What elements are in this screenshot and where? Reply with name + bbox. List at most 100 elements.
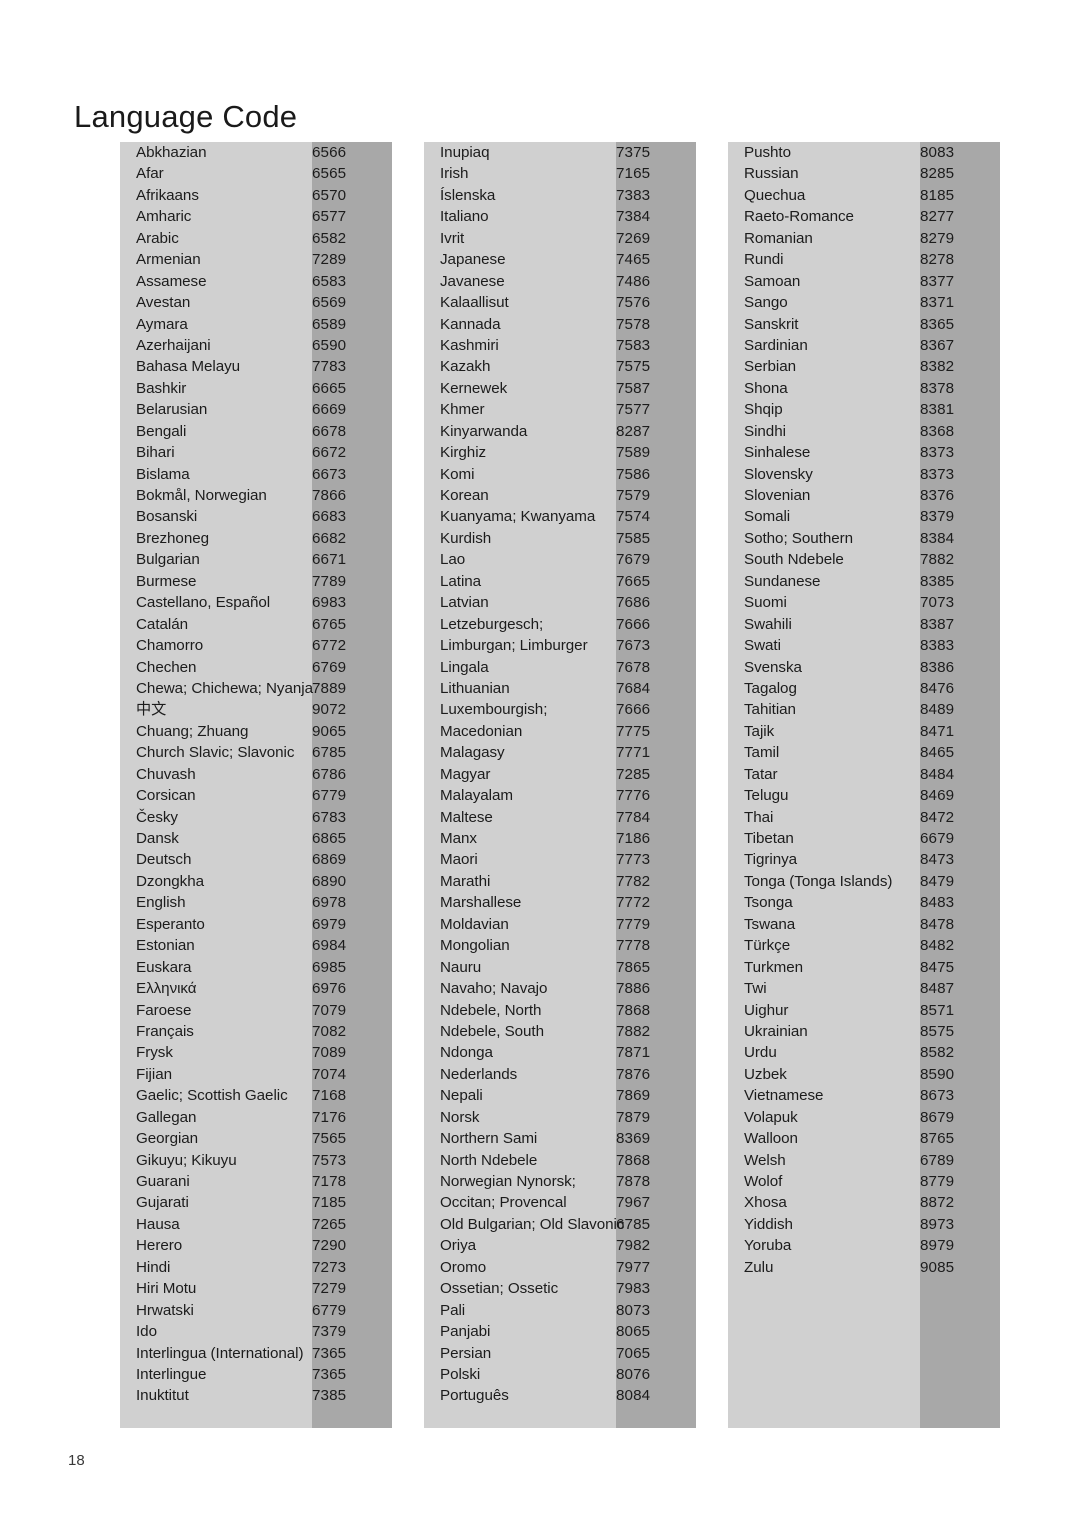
language-name: Nepali bbox=[440, 1087, 483, 1105]
language-code-value: 7375 bbox=[616, 144, 651, 161]
language-row: Volapuk 8679 bbox=[728, 1107, 1000, 1128]
language-code-value: 8378 bbox=[920, 379, 955, 397]
language-code-value: 8590 bbox=[920, 1065, 955, 1083]
language-code-value: 8365 bbox=[920, 315, 955, 333]
language-name: Dzongkha bbox=[136, 872, 204, 890]
language-name: Telugu bbox=[744, 787, 789, 805]
language-row: Church Slavic; Slavonic 6785 bbox=[120, 742, 392, 763]
language-row: Dzongkha 6890 bbox=[120, 871, 392, 892]
language-name: Lingala bbox=[440, 658, 489, 676]
language-code-value: 7889 bbox=[312, 679, 347, 697]
language-code-value: 7265 bbox=[312, 1215, 347, 1233]
language-name: Kalaallisut bbox=[440, 294, 509, 312]
language-code-value: 7983 bbox=[616, 1280, 651, 1298]
language-name: Tswana bbox=[744, 915, 796, 933]
language-name: Church Slavic; Slavonic bbox=[136, 744, 295, 762]
language-code-value: 8387 bbox=[920, 615, 955, 633]
language-code-value: 7784 bbox=[616, 808, 651, 826]
language-name: Bihari bbox=[136, 444, 175, 462]
language-row: Lao 7679 bbox=[424, 549, 696, 570]
language-code-value: 7565 bbox=[312, 1130, 347, 1148]
language-row: Serbian 8382 bbox=[728, 356, 1000, 377]
language-code-value: 8279 bbox=[920, 229, 955, 247]
language-column-2: Inupiaq 7375 Irish 7165 Íslenska 7383 Italiano… bbox=[424, 142, 696, 1428]
language-code-value: 8473 bbox=[920, 851, 955, 869]
language-row: Suomi 7073 bbox=[728, 592, 1000, 613]
language-code-value: 8475 bbox=[920, 958, 955, 976]
language-name: Walloon bbox=[744, 1130, 798, 1148]
language-name: Sundanese bbox=[744, 572, 821, 590]
language-name: Gujarati bbox=[136, 1194, 189, 1212]
language-name: Kashmiri bbox=[440, 336, 499, 354]
language-name: Ndonga bbox=[440, 1044, 493, 1062]
language-code-value: 8483 bbox=[920, 894, 955, 912]
language-row: Bokmål, Norwegian 7866 bbox=[120, 485, 392, 506]
language-row: Bislama 6673 bbox=[120, 464, 392, 485]
language-name: Shqip bbox=[744, 401, 783, 419]
language-row: Nauru 7865 bbox=[424, 957, 696, 978]
language-code-value: 6869 bbox=[312, 851, 347, 869]
language-code-value: 6566 bbox=[312, 144, 347, 161]
language-code-value: 7575 bbox=[616, 358, 651, 376]
language-code-value: 7882 bbox=[616, 1022, 651, 1040]
language-code-value: 6785 bbox=[312, 744, 347, 762]
language-code-value: 7185 bbox=[312, 1194, 347, 1212]
language-name: Samoan bbox=[744, 272, 801, 290]
language-name: Chewa; Chichewa; Nyanja bbox=[136, 679, 313, 697]
language-row: Marathi 7782 bbox=[424, 871, 696, 892]
language-code-value: 6590 bbox=[312, 336, 347, 354]
language-name: Bashkir bbox=[136, 379, 187, 397]
language-row: Japanese 7465 bbox=[424, 249, 696, 270]
language-code-value: 6682 bbox=[312, 529, 347, 547]
language-row: Bihari 6672 bbox=[120, 442, 392, 463]
language-row: Português 8084 bbox=[424, 1385, 696, 1406]
language-name: Gikuyu; Kikuyu bbox=[136, 1151, 237, 1169]
language-row: Moldavian 7779 bbox=[424, 914, 696, 935]
language-name: Chamorro bbox=[136, 637, 204, 655]
language-name: Chechen bbox=[136, 658, 197, 676]
language-row: Sindhi 8368 bbox=[728, 421, 1000, 442]
language-name: Xhosa bbox=[744, 1194, 787, 1212]
language-name: Brezhoneg bbox=[136, 529, 210, 547]
language-name: Inupiaq bbox=[440, 144, 490, 161]
language-row: Hindi 7273 bbox=[120, 1257, 392, 1278]
language-row: Ukrainian 8575 bbox=[728, 1021, 1000, 1042]
language-code-value: 8484 bbox=[920, 765, 955, 783]
language-row: Xhosa 8872 bbox=[728, 1192, 1000, 1213]
language-name: Twi bbox=[744, 980, 767, 998]
language-code-value: 7576 bbox=[616, 294, 651, 312]
language-name: South Ndebele bbox=[744, 551, 844, 569]
language-row: Khmer 7577 bbox=[424, 399, 696, 420]
language-code-value: 8469 bbox=[920, 787, 955, 805]
language-row: English 6978 bbox=[120, 892, 392, 913]
language-row: Kinyarwanda 8287 bbox=[424, 421, 696, 442]
language-row: Telugu 8469 bbox=[728, 785, 1000, 806]
language-code-value: 6779 bbox=[312, 1301, 347, 1319]
language-row: Ossetian; Ossetic 7983 bbox=[424, 1278, 696, 1299]
language-code-value: 6678 bbox=[312, 422, 347, 440]
language-row: South Ndebele 7882 bbox=[728, 549, 1000, 570]
language-row: Oriya 7982 bbox=[424, 1235, 696, 1256]
language-row: Chechen 6769 bbox=[120, 657, 392, 678]
language-code-value: 6984 bbox=[312, 937, 347, 955]
language-code-value: 7574 bbox=[616, 508, 651, 526]
language-name: Urdu bbox=[744, 1044, 777, 1062]
language-row: Tswana 8478 bbox=[728, 914, 1000, 935]
language-column-1: Abkhazian 6566 Afar 6565 Afrikaans 6570 Amhari… bbox=[120, 142, 392, 1428]
language-name: Belarusian bbox=[136, 401, 208, 419]
language-code-value: 8287 bbox=[616, 422, 651, 440]
language-row: Shqip 8381 bbox=[728, 399, 1000, 420]
language-row: Ido 7379 bbox=[120, 1321, 392, 1342]
language-name: Sango bbox=[744, 294, 788, 312]
language-name: Abkhazian bbox=[136, 144, 207, 161]
language-code-value: 8379 bbox=[920, 508, 955, 526]
language-code-value: 7686 bbox=[616, 594, 651, 612]
language-name: Tigrinya bbox=[744, 851, 798, 869]
language-row: Sardinian 8367 bbox=[728, 335, 1000, 356]
language-row: Northern Sami 8369 bbox=[424, 1128, 696, 1149]
language-row: Latina 7665 bbox=[424, 571, 696, 592]
language-code-value: 7579 bbox=[616, 487, 651, 504]
language-code-value: 7383 bbox=[616, 186, 651, 204]
language-row: Luxembourgish; 7666 bbox=[424, 699, 696, 720]
language-code-value: 6890 bbox=[312, 872, 347, 890]
